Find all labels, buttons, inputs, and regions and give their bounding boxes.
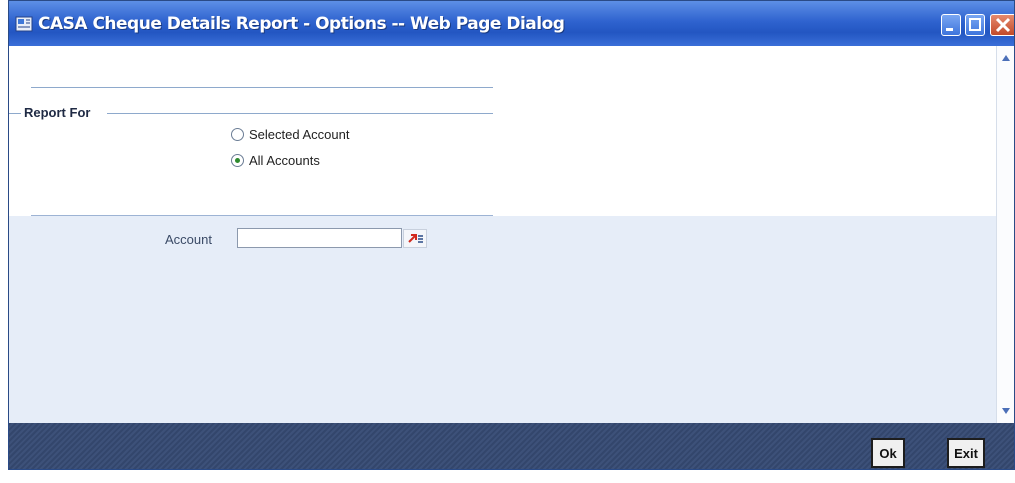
lov-search-icon [408, 234, 423, 243]
scroll-up-icon[interactable] [999, 51, 1013, 65]
vertical-scrollbar[interactable] [996, 46, 1014, 423]
divider [31, 87, 493, 88]
dialog-content: Report For Selected Account All Accounts… [9, 46, 996, 423]
scroll-down-icon[interactable] [999, 404, 1013, 418]
radio-all-accounts[interactable]: All Accounts [231, 153, 320, 168]
window-icon [15, 16, 33, 32]
radio-label: All Accounts [249, 153, 320, 168]
maximize-button[interactable] [965, 14, 985, 36]
fieldset-border-left [9, 113, 21, 114]
radio-button[interactable] [231, 128, 244, 141]
close-button[interactable] [990, 14, 1014, 36]
minimize-button[interactable] [941, 14, 961, 36]
divider [31, 215, 493, 216]
dialog-window: CASA Cheque Details Report - Options -- … [8, 0, 1015, 470]
radio-label: Selected Account [249, 127, 350, 142]
ok-button[interactable]: Ok [871, 438, 905, 468]
footer-bar: Ok Exit [9, 423, 1014, 469]
radio-button[interactable] [231, 154, 244, 167]
close-icon [995, 17, 1011, 33]
minimize-icon [946, 28, 953, 31]
account-panel [9, 216, 996, 423]
account-input[interactable] [237, 228, 402, 248]
window-title: CASA Cheque Details Report - Options -- … [38, 14, 565, 34]
radio-selected-account[interactable]: Selected Account [231, 127, 349, 142]
fieldset-border-right [107, 113, 493, 114]
account-label: Account [165, 232, 212, 247]
maximize-icon [969, 18, 981, 31]
account-lov-button[interactable] [403, 229, 427, 248]
report-for-legend: Report For [24, 105, 95, 120]
title-bar[interactable]: CASA Cheque Details Report - Options -- … [9, 1, 1014, 46]
exit-button[interactable]: Exit [947, 438, 985, 468]
